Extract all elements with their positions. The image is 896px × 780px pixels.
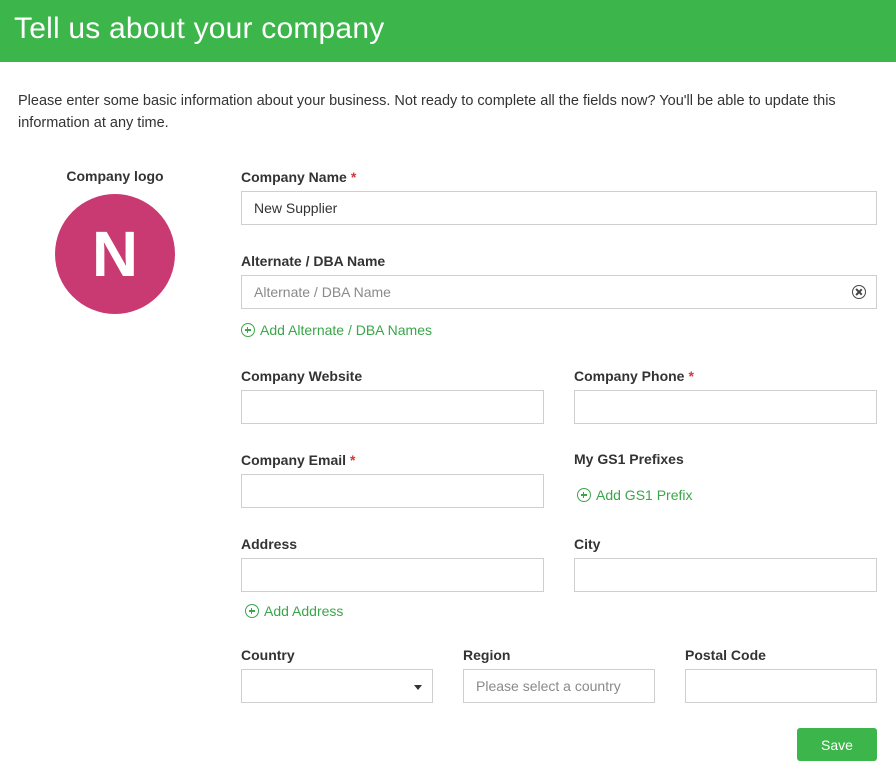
page-header: Tell us about your company	[0, 0, 896, 62]
gs1-prefixes-label: My GS1 Prefixes	[574, 451, 684, 467]
country-select[interactable]	[241, 669, 433, 703]
required-marker: *	[688, 368, 694, 384]
required-marker: *	[350, 452, 356, 468]
company-name-input[interactable]	[241, 191, 877, 225]
company-phone-input[interactable]	[574, 390, 877, 424]
company-name-label: Company Name *	[241, 169, 357, 185]
company-email-label: Company Email *	[241, 452, 356, 468]
plus-circle-icon	[577, 488, 591, 502]
city-label: City	[574, 536, 601, 552]
address-label: Address	[241, 536, 298, 552]
company-logo-avatar[interactable]: N	[55, 194, 175, 314]
plus-circle-icon	[245, 604, 259, 618]
postal-code-label: Postal Code	[685, 647, 766, 663]
address-input[interactable]	[241, 558, 544, 592]
intro-text: Please enter some basic information abou…	[18, 93, 836, 131]
dba-name-input[interactable]	[241, 275, 877, 309]
company-website-label: Company Website	[241, 368, 363, 384]
company-phone-label: Company Phone *	[574, 368, 694, 384]
add-gs1-prefix-link[interactable]: Add GS1 Prefix	[577, 486, 693, 504]
dba-name-label: Alternate / DBA Name	[241, 253, 386, 269]
required-marker: *	[350, 169, 357, 185]
company-logo-label: Company logo	[66, 168, 164, 184]
region-input[interactable]	[463, 669, 655, 703]
country-label: Country	[241, 647, 295, 663]
save-button[interactable]: Save	[797, 728, 877, 761]
company-website-input[interactable]	[241, 390, 544, 424]
add-address-link[interactable]: Add Address	[245, 602, 343, 620]
plus-circle-icon	[241, 323, 255, 337]
clear-icon[interactable]	[852, 285, 866, 299]
add-dba-names-link[interactable]: Add Alternate / DBA Names	[241, 321, 432, 339]
city-input[interactable]	[574, 558, 877, 592]
company-email-input[interactable]	[241, 474, 544, 508]
postal-code-input[interactable]	[685, 669, 877, 703]
page-title: Tell us about your company	[14, 12, 385, 45]
caret-down-icon	[414, 685, 422, 690]
region-label: Region	[463, 647, 511, 663]
